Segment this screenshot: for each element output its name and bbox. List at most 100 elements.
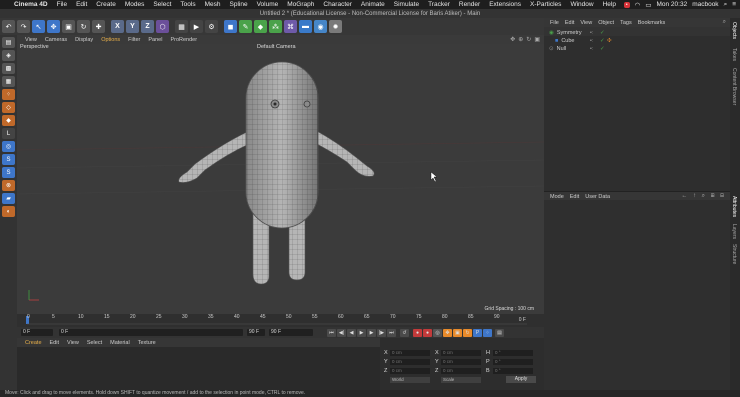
- play-icon[interactable]: ▶: [357, 328, 366, 337]
- menu-spline[interactable]: Spline: [230, 1, 248, 8]
- max-frame-field[interactable]: 90 F: [247, 329, 265, 336]
- polygons-mode-icon[interactable]: ◆: [2, 115, 15, 126]
- deformer-icon[interactable]: ⌘: [284, 20, 297, 33]
- menu-tools[interactable]: Tools: [180, 1, 195, 8]
- timeline-window-icon[interactable]: ▤: [495, 328, 504, 337]
- om-menu-edit[interactable]: Edit: [565, 20, 574, 26]
- menu-help[interactable]: Help: [603, 1, 616, 8]
- menu-file[interactable]: File: [57, 1, 67, 8]
- om-menu-bookmarks[interactable]: Bookmarks: [638, 20, 666, 26]
- redo-icon[interactable]: ↷: [17, 20, 30, 33]
- quantize-icon[interactable]: S: [2, 167, 15, 178]
- live-select-icon[interactable]: ↖: [32, 20, 45, 33]
- make-editable-icon[interactable]: ▤: [2, 37, 15, 48]
- enable-snap-icon[interactable]: ◎: [2, 141, 15, 152]
- menu-mograph[interactable]: MoGraph: [287, 1, 314, 8]
- solo-mode-icon[interactable]: ▰: [2, 193, 15, 204]
- menu-select[interactable]: Select: [153, 1, 171, 8]
- menu-tracker[interactable]: Tracker: [428, 1, 450, 8]
- viewport-zoom-icon[interactable]: ⊕: [518, 36, 523, 43]
- menu-animate[interactable]: Animate: [361, 1, 385, 8]
- render-view-icon[interactable]: ▶: [190, 20, 203, 33]
- loop-icon[interactable]: ↺: [400, 328, 409, 337]
- autokey-icon[interactable]: ●: [423, 328, 432, 337]
- pen-spline-icon[interactable]: ✎: [239, 20, 252, 33]
- record-parameter-icon[interactable]: P: [473, 328, 482, 337]
- go-to-start-icon[interactable]: ⏮: [327, 328, 336, 337]
- points-mode-icon[interactable]: ⁘: [2, 89, 15, 100]
- current-frame-field[interactable]: 0 F: [21, 329, 53, 336]
- next-key-icon[interactable]: |▶: [377, 328, 386, 337]
- om-menu-tags[interactable]: Tags: [620, 20, 632, 26]
- user-name[interactable]: macbook: [692, 1, 718, 8]
- menu-modes[interactable]: Modes: [125, 1, 145, 8]
- texture-mode-icon[interactable]: ▩: [2, 63, 15, 74]
- axis-mode-icon[interactable]: L: [2, 128, 15, 139]
- material-menu-view[interactable]: View: [67, 340, 79, 346]
- notification-badge-icon[interactable]: •: [623, 1, 630, 8]
- next-frame-icon[interactable]: ▶: [367, 328, 376, 337]
- tab-takes[interactable]: Takes: [731, 48, 737, 61]
- attribute-manager-area[interactable]: [544, 200, 730, 390]
- enabled-check-icon[interactable]: ✓: [600, 38, 605, 44]
- viewport-camera-label[interactable]: Default Camera: [257, 44, 296, 50]
- apply-button[interactable]: Apply: [506, 376, 536, 383]
- subdivision-surface-icon[interactable]: ◆: [254, 20, 267, 33]
- menu-render[interactable]: Render: [459, 1, 480, 8]
- menu-simulate[interactable]: Simulate: [394, 1, 419, 8]
- timeline-ruler[interactable]: 0 5 10 15 20 25 30 35 40 45 50 55 60 65 …: [17, 314, 544, 327]
- enabled-check-icon[interactable]: ✓: [600, 30, 605, 36]
- object-name[interactable]: Symmetry: [557, 30, 582, 36]
- material-menu-edit[interactable]: Edit: [50, 340, 59, 346]
- clock[interactable]: Mon 20:32: [656, 1, 687, 8]
- menu-create[interactable]: Create: [96, 1, 116, 8]
- material-tag-icon[interactable]: ✣: [607, 38, 612, 44]
- size-z-field[interactable]: 0 cm: [441, 368, 481, 374]
- attr-menu-edit[interactable]: Edit: [570, 194, 579, 200]
- edges-mode-icon[interactable]: ◇: [2, 102, 15, 113]
- cloner-icon[interactable]: ⁂: [269, 20, 282, 33]
- material-menu-texture[interactable]: Texture: [138, 340, 156, 346]
- previous-key-icon[interactable]: ◀|: [337, 328, 346, 337]
- size-x-field[interactable]: 0 cm: [441, 350, 481, 356]
- viewport-menu-view[interactable]: View: [25, 37, 37, 43]
- position-y-field[interactable]: 0 cm: [390, 359, 430, 365]
- material-manager-area[interactable]: [17, 347, 380, 390]
- battery-icon[interactable]: ▭: [645, 1, 651, 9]
- viewport-menu-options[interactable]: Options: [101, 37, 120, 43]
- menu-character[interactable]: Character: [323, 1, 352, 8]
- workplane-icon[interactable]: ▦: [2, 76, 15, 87]
- size-mode-select[interactable]: Scale: [441, 377, 481, 383]
- om-menu-file[interactable]: File: [550, 20, 559, 26]
- add-object-icon[interactable]: ✚: [92, 20, 105, 33]
- visibility-toggle-icon[interactable]: ▪:: [590, 46, 593, 52]
- axis-z-button[interactable]: Z: [141, 20, 154, 33]
- keyframe-selection-icon[interactable]: ◎: [433, 328, 442, 337]
- menu-xparticles[interactable]: X-Particles: [530, 1, 561, 8]
- floor-icon[interactable]: ▬: [299, 20, 312, 33]
- position-x-field[interactable]: 0 cm: [390, 350, 430, 356]
- menu-mesh[interactable]: Mesh: [205, 1, 221, 8]
- material-menu-create[interactable]: Create: [25, 340, 42, 346]
- snap-settings-icon[interactable]: S: [2, 154, 15, 165]
- go-to-end-icon[interactable]: ⏭: [387, 328, 396, 337]
- rotation-h-field[interactable]: 0 °: [493, 350, 533, 356]
- move-icon[interactable]: ✥: [47, 20, 60, 33]
- rotation-b-field[interactable]: 0 °: [493, 368, 533, 374]
- attr-menu-user-data[interactable]: User Data: [585, 194, 610, 200]
- om-menu-object[interactable]: Object: [598, 20, 614, 26]
- cube-primitive-icon[interactable]: ◼: [224, 20, 237, 33]
- render-settings-icon[interactable]: ⚙: [205, 20, 218, 33]
- menu-volume[interactable]: Volume: [257, 1, 279, 8]
- axis-y-button[interactable]: Y: [126, 20, 139, 33]
- control-center-icon[interactable]: ≡: [732, 1, 736, 8]
- undo-icon[interactable]: ↶: [2, 20, 15, 33]
- visibility-toggle-icon[interactable]: ▪:: [590, 30, 593, 36]
- tab-structure[interactable]: Structure: [731, 244, 737, 264]
- viewport-pan-icon[interactable]: ✥: [510, 36, 515, 43]
- list-item[interactable]: ◉ Symmetry ▪: ✓: [544, 29, 730, 36]
- coordinate-mode-select[interactable]: World: [390, 377, 430, 383]
- object-name[interactable]: Cube: [561, 38, 574, 44]
- record-point-level-icon[interactable]: ⁘: [483, 328, 492, 337]
- app-menu[interactable]: Cinema 4D: [14, 1, 48, 8]
